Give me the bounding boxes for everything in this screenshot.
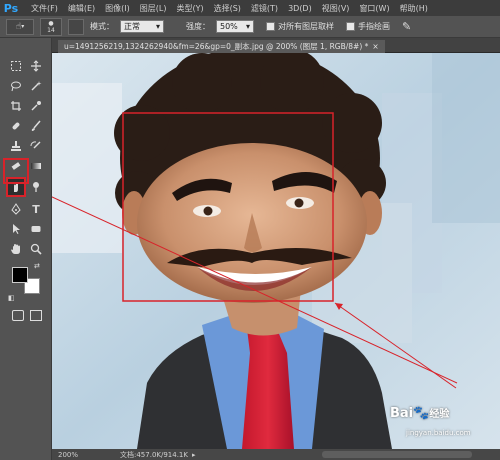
pressure-pen-icon[interactable]: ✎: [402, 20, 411, 33]
quick-mask-icon[interactable]: [12, 310, 24, 321]
finger-paint-option[interactable]: 手指绘画: [346, 21, 390, 32]
canvas-image: [52, 53, 500, 449]
finger-paint-label: 手指绘画: [358, 22, 390, 31]
strength-value: 50%: [220, 22, 238, 31]
brush-size-value: 14: [47, 26, 55, 34]
zoom-tool-icon[interactable]: [28, 241, 44, 257]
menu-type[interactable]: 类型(Y): [171, 3, 208, 14]
default-colors-icon[interactable]: ◧: [8, 294, 15, 302]
status-menu-icon[interactable]: ▸: [192, 451, 196, 459]
tool-highlight-box: [3, 158, 29, 184]
status-bar: 200% 文档:457.0K/914.1K ▸: [52, 449, 500, 460]
document-title: u=1491256219,1324262940&fm=26&gp=0_副本.jp…: [64, 42, 369, 51]
brush-tool-icon[interactable]: [28, 118, 44, 134]
watermark-brand: Bai: [390, 406, 414, 421]
menu-help[interactable]: 帮助(H): [395, 3, 433, 14]
menu-layer[interactable]: 图层(L): [135, 3, 172, 14]
chevron-down-icon: ▾: [245, 22, 250, 31]
menu-file[interactable]: 文件(F): [26, 3, 63, 14]
hand-tool-icon[interactable]: [8, 241, 24, 257]
swap-colors-icon[interactable]: ⇄: [34, 262, 40, 270]
menu-select[interactable]: 选择(S): [209, 3, 246, 14]
strength-label: 强度：: [186, 22, 210, 31]
chevron-down-icon: ▾: [155, 22, 160, 31]
close-tab-icon[interactable]: ×: [372, 42, 378, 51]
brush-panel-toggle[interactable]: [68, 18, 84, 35]
menu-filter[interactable]: 滤镜(T): [246, 3, 283, 14]
tool-preset-picker[interactable]: ☝ ▾: [6, 18, 34, 35]
screen-mode-icon[interactable]: [30, 310, 42, 321]
crop-tool-icon[interactable]: [8, 98, 24, 114]
document-size: 文档:457.0K/914.1K: [120, 450, 188, 459]
dodge-tool-icon[interactable]: [28, 179, 44, 195]
type-tool-icon[interactable]: T: [28, 201, 44, 217]
magic-wand-icon[interactable]: [28, 78, 44, 94]
watermark-suffix: 经验: [429, 409, 450, 420]
clone-stamp-icon[interactable]: [8, 138, 24, 154]
brush-dot-icon: ●: [48, 19, 54, 27]
mode-value: 正常: [124, 22, 140, 31]
options-bar: ☝ ▾ ● 14 模式： 正常 ▾ 强度： 50% ▾ 对所有图层取样 手指绘画 …: [0, 16, 500, 38]
menu-view[interactable]: 视图(V): [317, 3, 355, 14]
lasso-tool-icon[interactable]: [8, 78, 24, 94]
toolbox: T ◧ ⇄: [0, 38, 52, 460]
mode-label: 模式：: [90, 22, 114, 31]
zoom-level[interactable]: 200%: [58, 451, 92, 459]
move-tool-icon[interactable]: [28, 58, 44, 74]
watermark: Bai🐾经验: [390, 405, 449, 421]
rectangle-tool-icon[interactable]: [28, 221, 44, 237]
sample-all-layers-checkbox[interactable]: [266, 22, 275, 31]
menu-window[interactable]: 窗口(W): [354, 3, 394, 14]
paw-logo-icon: 🐾: [413, 406, 430, 421]
menu-3d[interactable]: 3D(D): [283, 4, 317, 13]
watermark-url: jingyan.baidu.com: [406, 429, 471, 437]
document-tab-bar: u=1491256219,1324262940&fm=26&gp=0_副本.jp…: [52, 38, 500, 53]
foreground-color-swatch[interactable]: [12, 267, 28, 283]
menu-edit[interactable]: 编辑(E): [63, 3, 100, 14]
strength-select[interactable]: 50% ▾: [216, 20, 254, 33]
document-tab[interactable]: u=1491256219,1324262940&fm=26&gp=0_副本.jp…: [58, 40, 385, 53]
history-brush-icon[interactable]: [28, 138, 44, 154]
path-selection-icon[interactable]: [8, 221, 24, 237]
mode-select[interactable]: 正常 ▾: [120, 20, 164, 33]
brush-size-picker[interactable]: ● 14: [40, 17, 62, 36]
eyedropper-icon[interactable]: [28, 98, 44, 114]
horizontal-scrollbar[interactable]: [322, 451, 472, 458]
finger-paint-checkbox[interactable]: [346, 22, 355, 31]
healing-brush-icon[interactable]: [8, 118, 24, 134]
app-logo: Ps: [3, 1, 19, 15]
gradient-tool-icon[interactable]: [28, 158, 44, 174]
document-canvas[interactable]: Bai🐾经验 jingyan.baidu.com: [52, 53, 500, 449]
marquee-tool-icon[interactable]: [8, 58, 24, 74]
pen-tool-icon[interactable]: [8, 201, 24, 217]
menu-bar: Ps 文件(F) 编辑(E) 图像(I) 图层(L) 类型(Y) 选择(S) 滤…: [0, 0, 500, 16]
menu-image[interactable]: 图像(I): [100, 3, 135, 14]
sample-all-layers-label: 对所有图层取样: [278, 22, 334, 31]
sample-all-layers-option[interactable]: 对所有图层取样: [266, 21, 334, 32]
